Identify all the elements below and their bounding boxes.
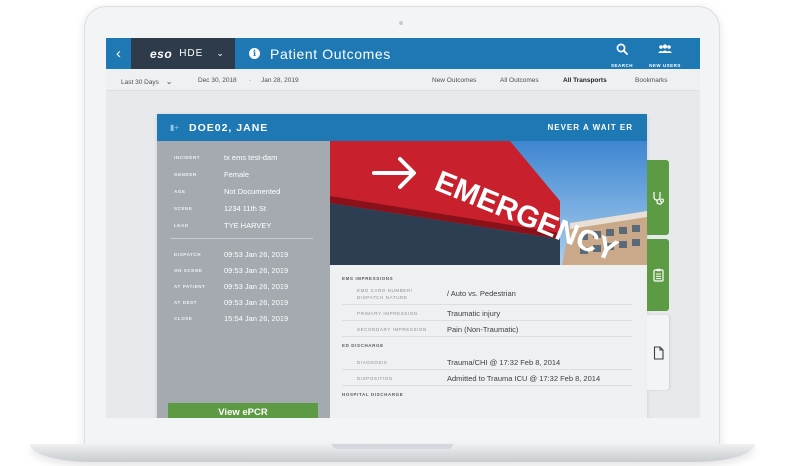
detail-divider (342, 385, 632, 386)
field-label: INCIDENT (174, 155, 201, 160)
app-product-name: HDE (179, 48, 204, 59)
field-incident: INCIDENT tx ems test-dam (174, 153, 324, 165)
detail-label: DISPOSITION (357, 376, 393, 381)
field-value: 1234 11th St (224, 204, 266, 213)
new-users-label: NEW USERS (649, 63, 681, 68)
field-lead: LEAD TYE HARVEY (174, 221, 324, 233)
time-at-patient: AT PATIENT 09:53 Jan 26, 2019 (174, 282, 324, 294)
emergency-hero-image: EMERGENCY (330, 141, 647, 265)
time-value: 15:54 Jan 26, 2019 (224, 314, 289, 323)
search-icon (616, 43, 628, 55)
detail-label: EMD CARD NUMBER/ DISPATCH NATURE (357, 288, 413, 300)
time-label: DISPATCH (174, 252, 202, 257)
tab-bookmarks[interactable]: Bookmarks (635, 77, 668, 84)
detail-value: Pain (Non-Traumatic) (447, 325, 519, 334)
info-icon[interactable]: i (249, 48, 260, 59)
detail-value: Trauma/CHI @ 17:32 Feb 8, 2014 (447, 358, 561, 367)
field-value: tx ems test-dam (224, 153, 278, 162)
document-icon (653, 345, 664, 360)
panel-divider (170, 238, 313, 239)
clipboard-icon (652, 268, 664, 282)
card-header: ▮+ DOE02, JANE NEVER A WAIT ER (157, 114, 647, 141)
detail-value: Traumatic injury (447, 309, 501, 318)
users-icon (658, 44, 672, 53)
time-on-scene: ON SCENE 09:53 Jan 26, 2019 (174, 266, 324, 278)
date-separator: - (249, 77, 252, 84)
app-switcher[interactable]: eso HDE ⌄ (131, 38, 235, 69)
time-value: 09:53 Jan 26, 2019 (224, 282, 289, 291)
eso-logo: eso (150, 46, 173, 61)
time-label: AT PATIENT (174, 284, 206, 289)
field-value: TYE HARVEY (224, 221, 272, 230)
tab-documents[interactable] (647, 315, 669, 390)
field-label: AGE (174, 189, 186, 194)
time-value: 09:53 Jan 26, 2019 (224, 298, 289, 307)
start-date[interactable]: Dec 30, 2018 (198, 77, 237, 84)
detail-label: SECONDARY IMPRESSION (357, 327, 427, 332)
detail-divider (342, 336, 632, 337)
field-value: Female (224, 170, 250, 179)
end-date[interactable]: Jan 28, 2019 (261, 77, 299, 84)
field-scene: SCENE 1234 11th St (174, 204, 324, 216)
laptop-notch (332, 444, 453, 449)
chevron-down-icon: ⌄ (165, 77, 173, 86)
chevron-left-icon: ‹ (116, 45, 121, 62)
field-label: LEAD (174, 223, 189, 228)
time-at-dest: AT DEST 09:53 Jan 26, 2019 (174, 298, 324, 310)
time-dispatch: DISPATCH 09:53 Jan 26, 2019 (174, 250, 324, 262)
facility-name: NEVER A WAIT ER (547, 123, 633, 132)
detail-value: / Auto vs. Pedestrian (447, 289, 516, 298)
field-gender: GENDER Female (174, 170, 324, 182)
tab-all-transports[interactable]: All Transports (563, 77, 607, 84)
detail-label: DIAGNOSIS (357, 360, 388, 365)
field-age: AGE Not Documented (174, 187, 324, 199)
detail-divider (342, 369, 632, 370)
detail-divider (342, 320, 632, 321)
tab-report[interactable] (647, 239, 669, 311)
time-value: 09:53 Jan 26, 2019 (224, 250, 289, 259)
search-label: SEARCH (610, 63, 633, 68)
time-label: CLOSE (174, 316, 193, 321)
new-users-button[interactable]: NEW USERS (643, 42, 687, 68)
search-button[interactable]: SEARCH (600, 42, 644, 68)
ems-impressions-title: EMS IMPRESSIONS (342, 276, 394, 281)
app-screen: ‹ eso HDE ⌄ i Patient Outcomes SEARCH NE… (106, 38, 700, 418)
detail-label: PRIMARY IMPRESSION (357, 311, 418, 316)
ed-discharge-title: ED DISCHARGE (342, 343, 384, 348)
patient-icon: ▮+ (170, 123, 180, 132)
time-value: 09:53 Jan 26, 2019 (224, 266, 289, 275)
date-range-label: Last 30 Days (121, 79, 159, 86)
tab-new-outcomes[interactable]: New Outcomes (432, 77, 476, 84)
stethoscope-icon (653, 191, 664, 205)
filter-bar: Last 30 Days ⌄ Dec 30, 2018 - Jan 28, 20… (106, 69, 700, 91)
emergency-sign-illustration: EMERGENCY (330, 141, 647, 265)
field-label: GENDER (174, 172, 197, 177)
page-title: Patient Outcomes (270, 46, 391, 62)
view-epcr-button[interactable]: View ePCR (168, 403, 318, 418)
detail-divider (342, 304, 632, 305)
field-label: SCENE (174, 206, 193, 211)
back-button[interactable]: ‹ (106, 38, 131, 69)
outcome-details: EMS IMPRESSIONS EMD CARD NUMBER/ DISPATC… (330, 265, 647, 418)
patient-name: DOE02, JANE (189, 122, 269, 134)
time-label: ON SCENE (174, 268, 203, 273)
tab-all-outcomes[interactable]: All Outcomes (500, 77, 539, 84)
detail-value: Admitted to Trauma ICU @ 17:32 Feb 8, 20… (447, 374, 601, 383)
field-value: Not Documented (224, 187, 281, 196)
patient-card: ▮+ DOE02, JANE NEVER A WAIT ER INCIDENT … (157, 114, 647, 418)
tab-clinical[interactable] (647, 160, 669, 235)
top-bar: ‹ eso HDE ⌄ i Patient Outcomes SEARCH NE… (106, 38, 700, 69)
time-label: AT DEST (174, 300, 198, 305)
time-close: CLOSE 15:54 Jan 26, 2019 (174, 314, 324, 326)
laptop-camera (399, 21, 403, 25)
patient-info-panel: INCIDENT tx ems test-dam GENDER Female A… (157, 141, 330, 418)
hospital-discharge-title: HOSPITAL DISCHARGE (342, 392, 404, 397)
date-range-select[interactable]: Last 30 Days ⌄ (121, 77, 172, 86)
chevron-down-icon: ⌄ (216, 48, 224, 58)
